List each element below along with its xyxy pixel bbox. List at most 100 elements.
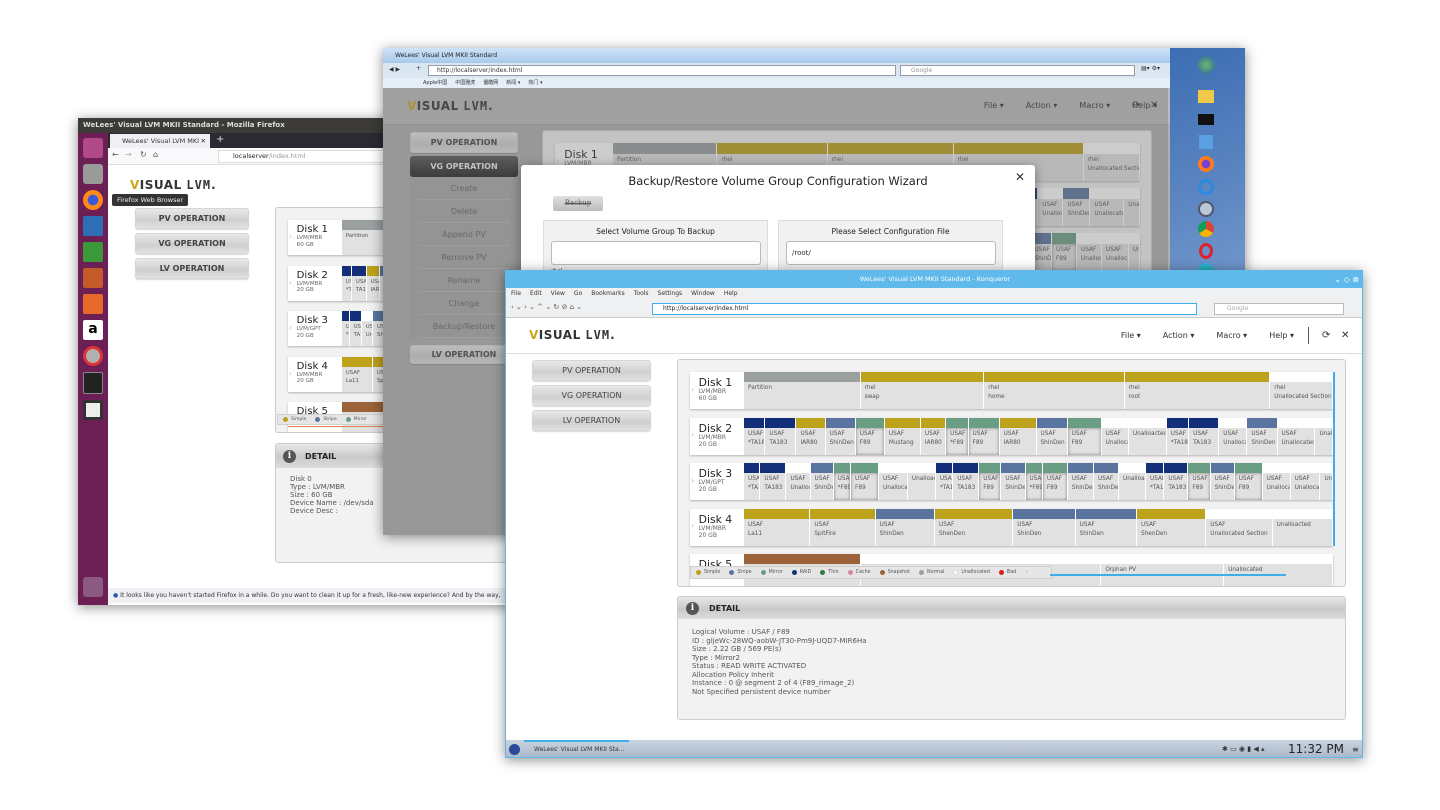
kde-launcher-icon[interactable]: [509, 744, 520, 755]
segment-unallocated[interactable]: rhel Unallocated Section: [1270, 372, 1333, 409]
firefox-icon[interactable]: [83, 190, 103, 210]
add-button[interactable]: +: [416, 65, 421, 72]
macro-menu[interactable]: Macro ▾: [1216, 331, 1247, 340]
segment-simple[interactable]: USAF ShenDen: [935, 508, 1014, 546]
menu-icon[interactable]: ≡: [1352, 740, 1359, 757]
segment-simple[interactable]: USAFIAR80: [366, 265, 381, 301]
segment-stripe[interactable]: USAF ShinDen: [1001, 463, 1026, 500]
ie-search-input[interactable]: Google: [900, 65, 1135, 76]
segment-mirror[interactable]: USAF F89: [1234, 463, 1263, 500]
segment-unallocated[interactable]: USAF Unallocated: [1219, 417, 1248, 455]
new-tab-button[interactable]: +: [216, 133, 224, 147]
file-menu[interactable]: File ▾: [1121, 331, 1141, 340]
back-button[interactable]: ◀ ▶: [389, 66, 400, 73]
segment-mirror[interactable]: USAF F89: [968, 417, 1000, 455]
segment-simple[interactable]: USAF La11: [342, 356, 374, 392]
expand-arrow-icon[interactable]: ›: [289, 278, 292, 287]
segment-unallocated[interactable]: USAF Unallocated: [1290, 463, 1321, 500]
internet-explorer-icon[interactable]: [1198, 179, 1214, 195]
segment-unallocated[interactable]: USAF Unallocated: [1262, 463, 1291, 500]
menu-edit[interactable]: Edit: [530, 288, 542, 300]
page-menu-icon[interactable]: ▤▾ ⚙▾: [1141, 65, 1160, 72]
expand-arrow-icon[interactable]: ›: [691, 476, 694, 485]
segment-raid[interactable]: USAFTA183: [1189, 417, 1220, 455]
disk-label[interactable]: ›Disk 1LVM/MBR60 GB: [288, 220, 342, 255]
disk-label[interactable]: ›Disk 3LVM/GPT20 GB: [690, 463, 744, 500]
segment-mirror[interactable]: USAF *F89: [833, 463, 852, 500]
cmd-icon[interactable]: [1198, 114, 1214, 125]
segment-stripe[interactable]: USAF ShinDen: [1067, 463, 1094, 500]
segment-stripe[interactable]: USAF ShinDen: [1210, 463, 1235, 500]
segment-unallocated[interactable]: Unalloacted: [1128, 417, 1167, 455]
action-menu[interactable]: Action ▾: [1163, 331, 1195, 340]
disk-label[interactable]: ›Disk 1LVM/MBR60 GB: [690, 372, 744, 409]
segment-unallocated[interactable]: Unalloacted: [907, 463, 936, 500]
expand-arrow-icon[interactable]: ›: [289, 369, 292, 378]
media-player-icon[interactable]: [1199, 135, 1213, 149]
segment-mirror[interactable]: USAF F89: [1042, 463, 1068, 500]
vg-filter-input[interactable]: [551, 241, 761, 265]
tab-close-icon[interactable]: ✕: [201, 134, 206, 148]
chrome-icon[interactable]: [1198, 221, 1214, 237]
expand-arrow-icon[interactable]: ›: [691, 430, 694, 439]
explorer-icon[interactable]: [1198, 90, 1214, 103]
segment-unallocated[interactable]: Unalloacted: [1272, 508, 1333, 546]
segment-raid[interactable]: USAFTA183: [953, 463, 980, 500]
segment-simple[interactable]: rhel home: [984, 372, 1125, 409]
forward-button[interactable]: →: [125, 150, 132, 159]
bookmark-link[interactable]: 新闻 ▾: [506, 80, 520, 86]
menu-file[interactable]: File: [511, 288, 521, 300]
bookmark-link[interactable]: 热门 ▾: [528, 80, 542, 86]
segment-raid[interactable]: USAF*TA1: [744, 463, 761, 500]
bookmark-link[interactable]: 優酷网: [483, 80, 498, 86]
modal-close-icon[interactable]: ✕: [1015, 170, 1025, 184]
writer-icon[interactable]: [83, 216, 103, 236]
taskbar-task[interactable]: WeLees' Visual LVM MKII Sta...: [524, 740, 629, 757]
segment-stripe[interactable]: USAF ShinDen: [1036, 417, 1068, 455]
expand-arrow-icon[interactable]: ›: [289, 232, 292, 241]
segment-stripe[interactable]: USAF ShinDen: [810, 463, 834, 500]
expand-arrow-icon[interactable]: ›: [289, 323, 292, 332]
segment-raid[interactable]: USAFTA183: [349, 311, 362, 346]
segment-raid[interactable]: USAFTA183: [352, 265, 367, 301]
segment-unallocated[interactable]: USAF Unallocated Section: [1206, 508, 1273, 546]
disk-row[interactable]: ›Disk 3LVM/GPT20 GBUSAF*TA1USAFTA183USAF…: [690, 463, 1333, 500]
vg-operation-button[interactable]: VG OPERATION: [532, 385, 651, 406]
segment-mirror[interactable]: USAF F89: [1067, 417, 1102, 455]
vertical-scrollbar[interactable]: [1333, 372, 1335, 546]
segment-stripe[interactable]: USAF ShinDen: [1075, 508, 1137, 546]
system-tray-icons[interactable]: ✱ ▭ ◉ ▮ ◀ ▴: [1222, 740, 1264, 757]
segment-unallocated[interactable]: Unalloacted: [1119, 463, 1146, 500]
segment-simple[interactable]: USAFIAR80: [920, 417, 947, 455]
segment-stripe[interactable]: USAF ShinDen: [1247, 417, 1278, 455]
segment-simple[interactable]: USAFIAR80: [999, 417, 1037, 455]
segment-simple[interactable]: USAF ShenDen: [1136, 508, 1207, 546]
terminal-icon[interactable]: [83, 372, 103, 394]
safari-icon[interactable]: [1198, 201, 1214, 217]
menu-window[interactable]: Window: [691, 288, 715, 300]
amazon-icon[interactable]: a: [83, 320, 103, 340]
segment-simple[interactable]: USAF Mustang: [884, 417, 921, 455]
konqueror-url-bar[interactable]: http://localserver/index.html: [652, 303, 1197, 315]
software-center-icon[interactable]: [83, 294, 103, 314]
config-file-input[interactable]: /root/: [786, 241, 996, 265]
segment-mirror[interactable]: USAF F89: [855, 417, 885, 455]
segment-raid[interactable]: USAF*TA1: [342, 311, 350, 346]
close-icon[interactable]: ✕: [1341, 330, 1349, 341]
menu-settings[interactable]: Settings: [658, 288, 683, 300]
segment-raid[interactable]: USAF *TA18: [1166, 417, 1190, 455]
segment-raid[interactable]: USAFTA183: [760, 463, 787, 500]
calc-icon[interactable]: [83, 242, 103, 262]
segment-unallocated[interactable]: USAF Unallocated: [1277, 417, 1316, 455]
disk-label[interactable]: ›Disk 2LVM/MBR20 GB: [288, 265, 342, 301]
segment-simple[interactable]: rhel swap: [860, 372, 985, 409]
impress-icon[interactable]: [83, 268, 103, 288]
disk-row[interactable]: ›Disk 4LVM/MBR20 GBUSAFLa11USAFSpitFireU…: [690, 508, 1333, 546]
segment-unallocated[interactable]: Unalloacted: [1320, 463, 1333, 500]
lv-operation-button[interactable]: LV OPERATION: [135, 258, 249, 279]
ubuntu-dash-icon[interactable]: [83, 138, 103, 158]
segment-mirror[interactable]: USAF F89: [979, 463, 1002, 500]
segment-mirror[interactable]: USAF *F89: [1025, 463, 1043, 500]
segment-simple[interactable]: USAF SpitFire: [810, 508, 876, 546]
window-controls[interactable]: ⌄ ◇ ⊗: [1334, 271, 1359, 288]
